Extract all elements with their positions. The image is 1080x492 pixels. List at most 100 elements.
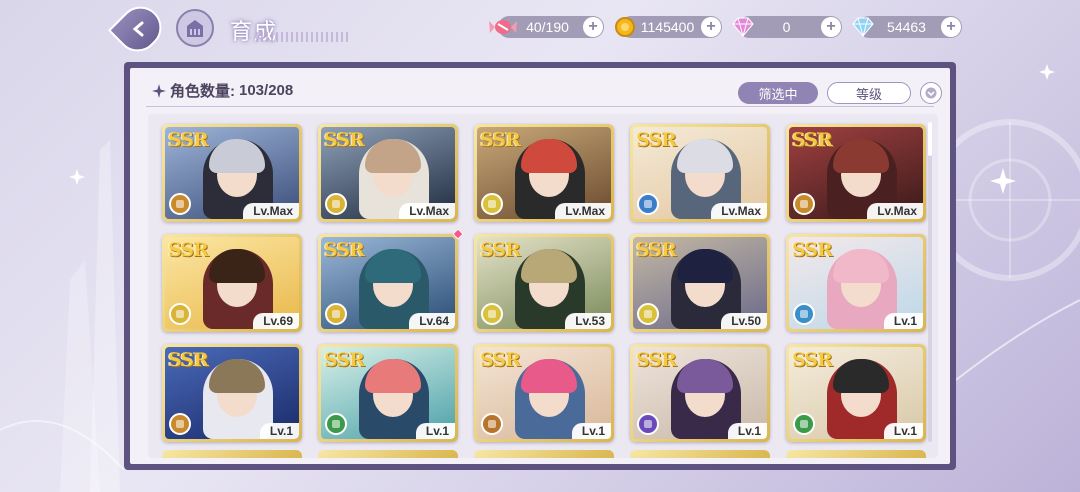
- sort-button[interactable]: 等级: [827, 82, 911, 104]
- character-card[interactable]: SSR Lv.1: [786, 344, 926, 442]
- character-card-partial[interactable]: [786, 450, 926, 458]
- rarity-badge: SSR: [168, 349, 209, 371]
- level-label: Lv.Max: [555, 203, 611, 219]
- level-label: Lv.Max: [399, 203, 455, 219]
- pink-diamond-icon: [728, 12, 758, 42]
- character-portrait: SSR Lv.Max: [165, 127, 299, 219]
- character-panel-inner: 角色数量: 103/208 筛选中 等级 SSR Lv.Max SSR Lv.Max S…: [130, 68, 950, 464]
- character-count-value: 103/208: [239, 82, 294, 99]
- rarity-badge: SSR: [324, 129, 365, 151]
- role-icon: [481, 193, 503, 215]
- gem-counter: 54463 +: [852, 16, 962, 38]
- coin-icon: [610, 12, 640, 42]
- rarity-badge: SSR: [792, 349, 833, 371]
- divider: [146, 106, 934, 107]
- character-panel: 角色数量: 103/208 筛选中 等级 SSR Lv.Max SSR Lv.Max S…: [124, 62, 956, 470]
- blue-diamond-icon: [848, 12, 878, 42]
- role-icon: [793, 413, 815, 435]
- rarity-badge: SSR: [324, 239, 365, 261]
- role-icon: [793, 193, 815, 215]
- character-card[interactable]: SSR Lv.1: [786, 234, 926, 332]
- rarity-badge: SSR: [480, 239, 521, 261]
- character-portrait: SSR Lv.1: [165, 347, 299, 439]
- character-card[interactable]: SSR Lv.Max: [162, 124, 302, 222]
- character-card[interactable]: SSR Lv.64: [318, 228, 464, 332]
- character-portrait: SSR Lv.Max: [477, 127, 611, 219]
- character-portrait: SSR Lv.1: [477, 347, 611, 439]
- character-card[interactable]: SSR Lv.1: [318, 344, 458, 442]
- rarity-badge: SSR: [792, 239, 833, 261]
- rarity-badge: SSR: [636, 129, 677, 151]
- role-icon: [325, 303, 347, 325]
- stamina-counter: 40/190 +: [489, 16, 604, 38]
- role-icon: [793, 303, 815, 325]
- role-icon: [481, 413, 503, 435]
- character-card[interactable]: SSR Lv.Max: [318, 124, 458, 222]
- character-card-partial[interactable]: [162, 450, 302, 458]
- role-icon: [325, 413, 347, 435]
- home-button[interactable]: [176, 9, 214, 47]
- add-gem-button[interactable]: +: [941, 17, 961, 37]
- level-label: Lv.1: [571, 423, 611, 439]
- level-label: Lv.Max: [711, 203, 767, 219]
- character-card[interactable]: SSR Lv.50: [630, 234, 770, 332]
- role-icon: [169, 413, 191, 435]
- character-portrait: SSR Lv.53: [477, 237, 611, 329]
- scrollbar-thumb[interactable]: [928, 122, 932, 156]
- chevron-down-icon: [925, 87, 937, 99]
- character-card[interactable]: SSR Lv.Max: [630, 124, 770, 222]
- level-label: Lv.50: [721, 313, 767, 329]
- role-icon: [481, 303, 503, 325]
- character-card-partial[interactable]: [318, 450, 458, 458]
- scrollbar-track[interactable]: [928, 122, 932, 442]
- level-label: Lv.1: [883, 313, 923, 329]
- character-card[interactable]: SSR Lv.1: [630, 344, 770, 442]
- level-label: Lv.1: [883, 423, 923, 439]
- castle-icon: [187, 20, 203, 37]
- sort-order-toggle[interactable]: [920, 82, 942, 104]
- character-count: 角色数量: 103/208: [152, 80, 293, 101]
- rarity-badge: SSR: [636, 349, 677, 371]
- role-icon: [637, 193, 659, 215]
- add-gold-button[interactable]: +: [701, 17, 721, 37]
- level-label: Lv.64: [409, 313, 455, 329]
- rarity-badge: SSR: [792, 129, 833, 151]
- filter-button[interactable]: 筛选中: [738, 82, 818, 104]
- level-label: Lv.1: [415, 423, 455, 439]
- character-portrait: SSR Lv.1: [321, 347, 455, 439]
- back-button[interactable]: [107, 0, 171, 61]
- character-portrait: SSR Lv.Max: [633, 127, 767, 219]
- character-card[interactable]: SSR Lv.1: [162, 344, 302, 442]
- character-count-label: 角色数量:: [170, 83, 235, 100]
- character-portrait: SSR Lv.69: [165, 237, 299, 329]
- rarity-badge: SSR: [636, 239, 677, 261]
- level-label: Lv.Max: [243, 203, 299, 219]
- character-card[interactable]: SSR Lv.69: [162, 234, 302, 332]
- character-card-partial[interactable]: [630, 450, 770, 458]
- character-portrait: SSR Lv.1: [789, 237, 923, 329]
- role-icon: [637, 303, 659, 325]
- character-card[interactable]: SSR Lv.Max: [786, 124, 926, 222]
- character-portrait: SSR Lv.Max: [789, 127, 923, 219]
- level-label: Lv.Max: [867, 203, 923, 219]
- add-stamina-button[interactable]: +: [583, 17, 603, 37]
- role-icon: [637, 413, 659, 435]
- top-bar: 育成 40/190 + 1145400 + 0 + 54463 +: [0, 0, 1080, 61]
- character-portrait: SSR Lv.64: [321, 237, 455, 329]
- rarity-badge: SSR: [168, 129, 209, 151]
- character-card[interactable]: SSR Lv.Max: [474, 124, 614, 222]
- add-paid-gem-button[interactable]: +: [821, 17, 841, 37]
- gold-counter: 1145400 +: [615, 16, 722, 38]
- character-portrait: SSR Lv.1: [633, 347, 767, 439]
- level-label: Lv.1: [727, 423, 767, 439]
- level-label: Lv.69: [253, 313, 299, 329]
- character-card[interactable]: SSR Lv.1: [474, 344, 614, 442]
- character-card-partial[interactable]: [474, 450, 614, 458]
- level-label: Lv.1: [259, 423, 299, 439]
- character-portrait: SSR Lv.1: [789, 347, 923, 439]
- character-grid: SSR Lv.Max SSR Lv.Max SSR Lv.Max SSR Lv.Max SSR L…: [148, 114, 938, 458]
- role-icon: [169, 303, 191, 325]
- rarity-badge: SSR: [480, 129, 521, 151]
- character-card[interactable]: SSR Lv.53: [474, 234, 614, 332]
- rarity-badge: SSR: [324, 349, 365, 371]
